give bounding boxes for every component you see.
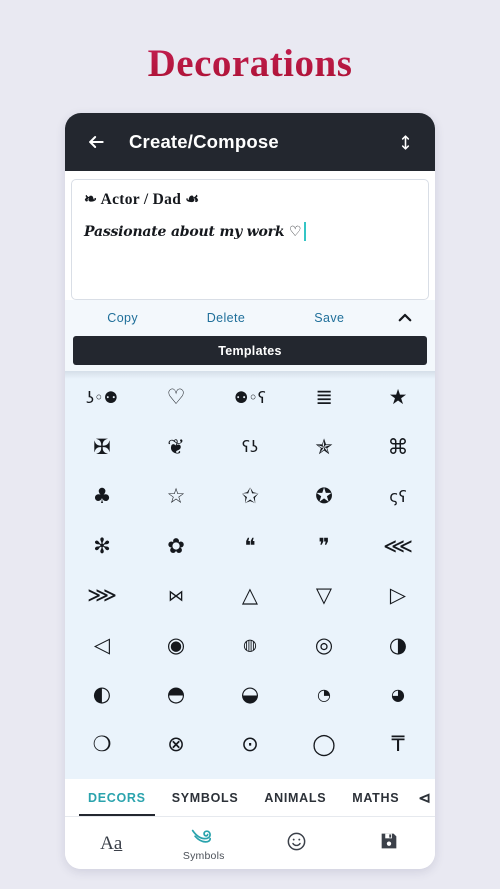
symbol-cell[interactable]: ⊗ [139, 720, 213, 770]
symbol-grid-scroll[interactable]: ʖ◦⚉ ♡ ⚉◦ʕ ≣ ★ ✠ ❦ ʕʖ ✯ ⌘ ♣ ☆ ✩ ✪ ςʕ ✻ ✿ ❝ ❞ ⋘ ⋙ ⋈ △ ▽ ▷ ◁ ◉ ◍ ◎ ◑ ◐ ◓ ◒ ◔… [65, 371, 435, 779]
symbol-cell[interactable]: ▷ [361, 571, 435, 621]
symbol-cell[interactable]: ◉ [139, 621, 213, 671]
editor-line-2-row: Passionate about my work ♡ [84, 222, 416, 241]
save-floppy-icon [379, 831, 399, 855]
font-size-icon: Aa [100, 832, 123, 854]
symbol-cell[interactable]: ◁ [65, 621, 139, 671]
symbol-cell[interactable]: ◑ [361, 621, 435, 671]
symbol-cell[interactable]: ⊕ [213, 769, 287, 779]
symbol-cell[interactable]: ◕ [361, 670, 435, 720]
editor-line-1: ❧ Actor / Dad ☙ [84, 191, 200, 208]
symbol-cell[interactable]: ⋙ [65, 571, 139, 621]
symbol-cell[interactable]: ♣ [65, 472, 139, 522]
symbol-cell[interactable]: ₸ [361, 720, 435, 770]
phone-screen: Create/Compose ❧ Actor / Dad ☙ Passionat… [65, 113, 435, 869]
symbol-cell[interactable]: △ [213, 571, 287, 621]
symbol-cell[interactable]: ♡ [139, 373, 213, 423]
chevron-up-icon[interactable] [381, 309, 429, 327]
symbols-swirl-icon [191, 825, 217, 849]
symbol-cell[interactable]: ✻ [65, 522, 139, 572]
symbol-cell[interactable]: ◓ [139, 670, 213, 720]
symbol-cell[interactable]: ◯ [287, 720, 361, 770]
save-button[interactable]: Save [278, 311, 381, 325]
symbol-cell[interactable]: ◎ [287, 621, 361, 671]
bottom-nav-item[interactable] [250, 831, 343, 856]
category-tab-bar: DECORS SYMBOLS ANIMALS MATHS ⊲ [65, 779, 435, 816]
symbol-cell[interactable]: ⌀ [361, 769, 435, 779]
emoji-smiley-icon [286, 831, 307, 856]
app-bar-title: Create/Compose [129, 131, 279, 152]
symbol-cell[interactable]: ☆ [139, 472, 213, 522]
symbol-cell[interactable]: ❝ [213, 522, 287, 572]
copy-button[interactable]: Copy [71, 311, 174, 325]
symbol-cell[interactable]: ◐ [65, 670, 139, 720]
symbol-cell[interactable]: ⋈ [139, 571, 213, 621]
symbol-cell[interactable]: ⚉◦ʕ [213, 373, 287, 423]
symbol-cell[interactable]: ⊖ [287, 769, 361, 779]
editor-line-2: Passionate about my work ♡ [84, 223, 302, 240]
symbol-cell[interactable]: ʖ◦⚉ [65, 373, 139, 423]
symbol-cell[interactable]: ʕʖ [213, 423, 287, 473]
tab-decors[interactable]: DECORS [75, 779, 159, 816]
bottom-nav-item[interactable]: Aa [65, 834, 158, 853]
bottom-nav-item[interactable] [343, 831, 436, 855]
symbol-cell[interactable]: ● [65, 769, 139, 779]
symbol-cell[interactable]: ✩ [213, 472, 287, 522]
tab-animals[interactable]: ANIMALS [251, 779, 339, 816]
symbol-cell[interactable]: ❍ [65, 720, 139, 770]
symbol-cell[interactable]: ❞ [287, 522, 361, 572]
symbol-cell[interactable]: ςʕ [361, 472, 435, 522]
symbol-cell[interactable]: ⌘ [361, 423, 435, 473]
symbol-cell[interactable]: ⋘ [361, 522, 435, 572]
tab-⊲[interactable]: ⊲ [412, 779, 435, 816]
symbol-cell[interactable]: ✯ [287, 423, 361, 473]
symbol-cell[interactable]: ✪ [287, 472, 361, 522]
symbol-cell[interactable]: ◔ [287, 670, 361, 720]
templates-button[interactable]: Templates [73, 336, 427, 365]
symbol-cell[interactable]: ⊘ [139, 769, 213, 779]
symbol-cell[interactable]: ✠ [65, 423, 139, 473]
bottom-nav-label: Symbols [182, 849, 225, 862]
bottom-nav-item[interactable]: Symbols [158, 825, 251, 862]
symbol-cell[interactable]: ≣ [287, 373, 361, 423]
symbol-cell[interactable]: ✿ [139, 522, 213, 572]
arrow-left-icon[interactable] [81, 127, 111, 157]
symbol-cell[interactable]: ★ [361, 373, 435, 423]
page-title: Decorations [0, 0, 500, 89]
compose-text-input[interactable]: ❧ Actor / Dad ☙ Passionate about my work… [71, 179, 429, 300]
tab-maths[interactable]: MATHS [339, 779, 412, 816]
editor-actions-row: Copy Delete Save [65, 300, 435, 336]
app-bar: Create/Compose [65, 113, 435, 171]
bottom-navigation-bar: Aa Symbols [65, 816, 435, 869]
tab-symbols[interactable]: SYMBOLS [159, 779, 252, 816]
templates-container: Templates [65, 336, 435, 371]
symbol-cell[interactable]: ▽ [287, 571, 361, 621]
text-caret [304, 222, 307, 241]
editor-container: ❧ Actor / Dad ☙ Passionate about my work… [65, 171, 435, 300]
arrows-vertical-icon[interactable] [391, 128, 419, 156]
delete-button[interactable]: Delete [174, 311, 277, 325]
symbol-cell[interactable]: ◍ [213, 621, 287, 671]
symbol-cell[interactable]: ◒ [213, 670, 287, 720]
symbol-cell[interactable]: ⊙ [213, 720, 287, 770]
symbol-grid: ʖ◦⚉ ♡ ⚉◦ʕ ≣ ★ ✠ ❦ ʕʖ ✯ ⌘ ♣ ☆ ✩ ✪ ςʕ ✻ ✿ ❝ ❞ ⋘ ⋙ ⋈ △ ▽ ▷ ◁ ◉ ◍ ◎ ◑ ◐ ◓ ◒ ◔… [65, 371, 435, 779]
symbol-cell[interactable]: ❦ [139, 423, 213, 473]
